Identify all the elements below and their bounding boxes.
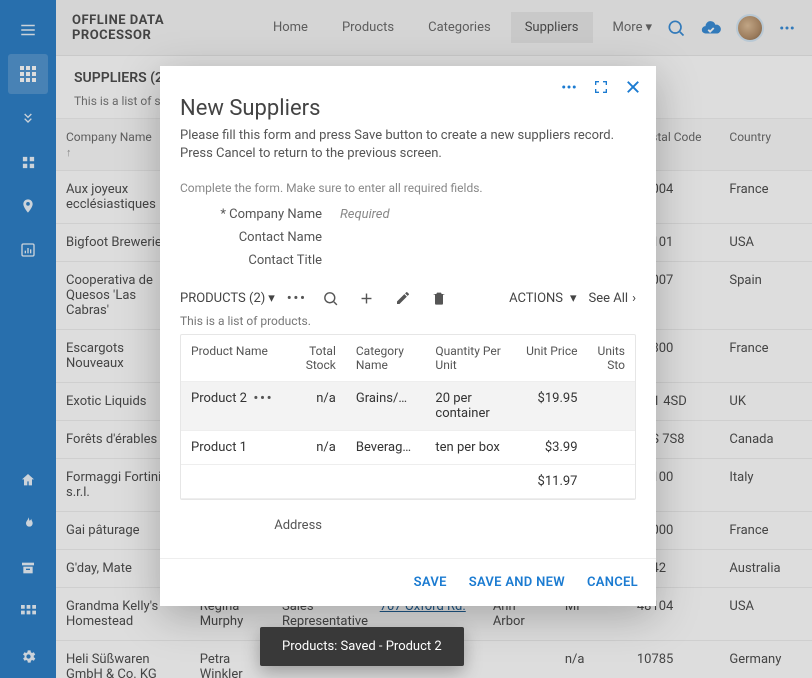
toast: Products: Saved - Product 2 xyxy=(260,627,464,666)
label-contact-title: Contact Title xyxy=(180,253,340,268)
modal-hint: Complete the form. Make sure to enter al… xyxy=(180,181,636,195)
save-and-new-button[interactable]: SAVE AND NEW xyxy=(469,575,565,590)
search-icon[interactable] xyxy=(319,286,343,310)
table-row-total: $11.97 xyxy=(181,465,635,499)
see-all-link[interactable]: See All› xyxy=(589,291,636,306)
table-row[interactable]: Product 2 ••• n/a Grains/… 20 per contai… xyxy=(181,382,635,431)
pcol-units[interactable]: Units Sto xyxy=(588,335,636,382)
cell-stock: n/a xyxy=(316,440,336,455)
row-actions-icon[interactable]: ••• xyxy=(253,391,273,406)
cell-total: $11.97 xyxy=(538,474,578,489)
cell-price: $3.99 xyxy=(545,440,578,455)
cell-stock: n/a xyxy=(316,391,336,406)
modal-subtitle: Please fill this form and press Save but… xyxy=(180,127,636,163)
cell-name: Product 1 xyxy=(191,440,247,455)
modal-title: New Suppliers xyxy=(180,98,636,121)
products-section-title[interactable]: PRODUCTS (2)▾ xyxy=(180,291,275,306)
pencil-icon[interactable] xyxy=(391,286,415,310)
actions-dropdown[interactable]: ACTIONS▾ xyxy=(509,291,576,306)
pcol-stock[interactable]: Total Stock xyxy=(287,335,346,382)
more-horizontal-icon[interactable]: ••• xyxy=(287,291,307,306)
cancel-button[interactable]: CANCEL xyxy=(587,575,638,590)
pcol-name[interactable]: Product Name xyxy=(181,335,287,382)
more-horizontal-icon[interactable] xyxy=(558,76,580,98)
pcol-qty[interactable]: Quantity Per Unit xyxy=(425,335,514,382)
products-table[interactable]: Product Name Total Stock Category Name Q… xyxy=(180,334,636,500)
fullscreen-icon[interactable] xyxy=(590,76,612,98)
products-desc: This is a list of products. xyxy=(180,314,636,328)
chevron-down-icon: ▾ xyxy=(268,291,275,306)
input-company-name[interactable]: Required xyxy=(340,207,636,222)
pcol-price[interactable]: Unit Price xyxy=(514,335,588,382)
label-address: Address xyxy=(180,518,340,533)
plus-icon[interactable] xyxy=(355,286,379,310)
trash-icon[interactable] xyxy=(427,286,451,310)
chevron-down-icon: ▾ xyxy=(570,291,577,306)
save-button[interactable]: SAVE xyxy=(414,575,447,590)
cell-qty: 20 per container xyxy=(435,391,489,421)
cell-price: $19.95 xyxy=(538,391,578,406)
label-contact-name: Contact Name xyxy=(180,230,340,245)
cell-name: Product 2 xyxy=(191,391,247,406)
cell-category: Beverag… xyxy=(356,440,411,455)
label-company-name: * Company Name xyxy=(180,207,340,222)
cell-category: Grains/… xyxy=(356,391,407,406)
new-supplier-modal: New Suppliers Please fill this form and … xyxy=(160,66,656,606)
chevron-right-icon: › xyxy=(632,291,636,306)
cell-qty: ten per box xyxy=(435,440,499,455)
table-row[interactable]: Product 1 n/a Beverag… ten per box $3.99 xyxy=(181,431,635,465)
close-icon[interactable] xyxy=(622,76,644,98)
pcol-category[interactable]: Category Name xyxy=(346,335,426,382)
